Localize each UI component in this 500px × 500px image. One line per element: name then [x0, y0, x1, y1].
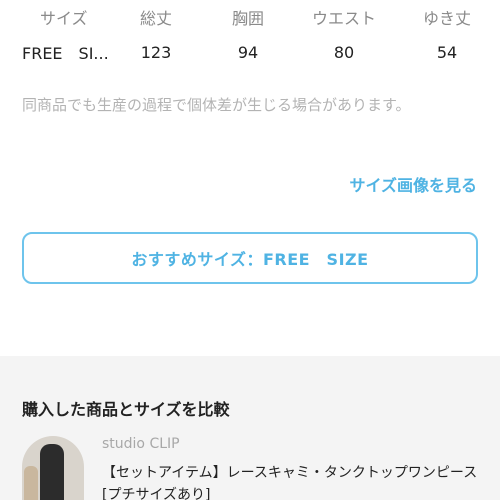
- cell-waist: 80: [333, 42, 355, 62]
- product-thumbnail: [22, 436, 84, 500]
- cell-size: FREE SI...: [22, 44, 109, 63]
- recommended-size-label: おすすめサイズ：FREE SIZE: [131, 250, 369, 269]
- header-chest: 胸囲: [231, 9, 264, 28]
- compare-section-title: 購入した商品とサイズを比較: [22, 400, 230, 419]
- recommended-size-button[interactable]: おすすめサイズ：FREE SIZE: [22, 232, 478, 284]
- header-size: サイズ: [40, 9, 88, 28]
- view-size-image-link[interactable]: サイズ画像を見る: [349, 172, 477, 196]
- thumbnail-figure-legs: [24, 466, 38, 500]
- purchased-product-item[interactable]: studio CLIP 【セットアイテム】レースキャミ・タンクトップワンピース[…: [22, 436, 492, 500]
- table-row: FREE SI... 123 94 80 54: [0, 34, 500, 70]
- cell-total-length: 123: [140, 42, 172, 62]
- header-sleeve: ゆき丈: [422, 9, 471, 28]
- size-table: サイズ 総丈 胸囲 ウエスト ゆき丈 FREE SI... 123 94 80 …: [0, 0, 500, 70]
- header-waist: ウエスト: [311, 9, 376, 28]
- size-table-header: サイズ 総丈 胸囲 ウエスト ゆき丈: [0, 0, 500, 34]
- variance-note: 同商品でも生産の過程で個体差が生じる場合があります。: [22, 96, 411, 114]
- cell-chest: 94: [237, 42, 259, 62]
- size-detail-page: サイズ 総丈 胸囲 ウエスト ゆき丈 FREE SI... 123 94 80 …: [0, 0, 500, 500]
- product-name: 【セットアイテム】レースキャミ・タンクトップワンピース[プチサイズあり]: [102, 465, 478, 500]
- thumbnail-figure-dress: [40, 444, 64, 500]
- product-brand: studio CLIP: [102, 436, 180, 452]
- header-total-length: 総丈: [139, 9, 172, 28]
- cell-sleeve: 54: [436, 42, 458, 62]
